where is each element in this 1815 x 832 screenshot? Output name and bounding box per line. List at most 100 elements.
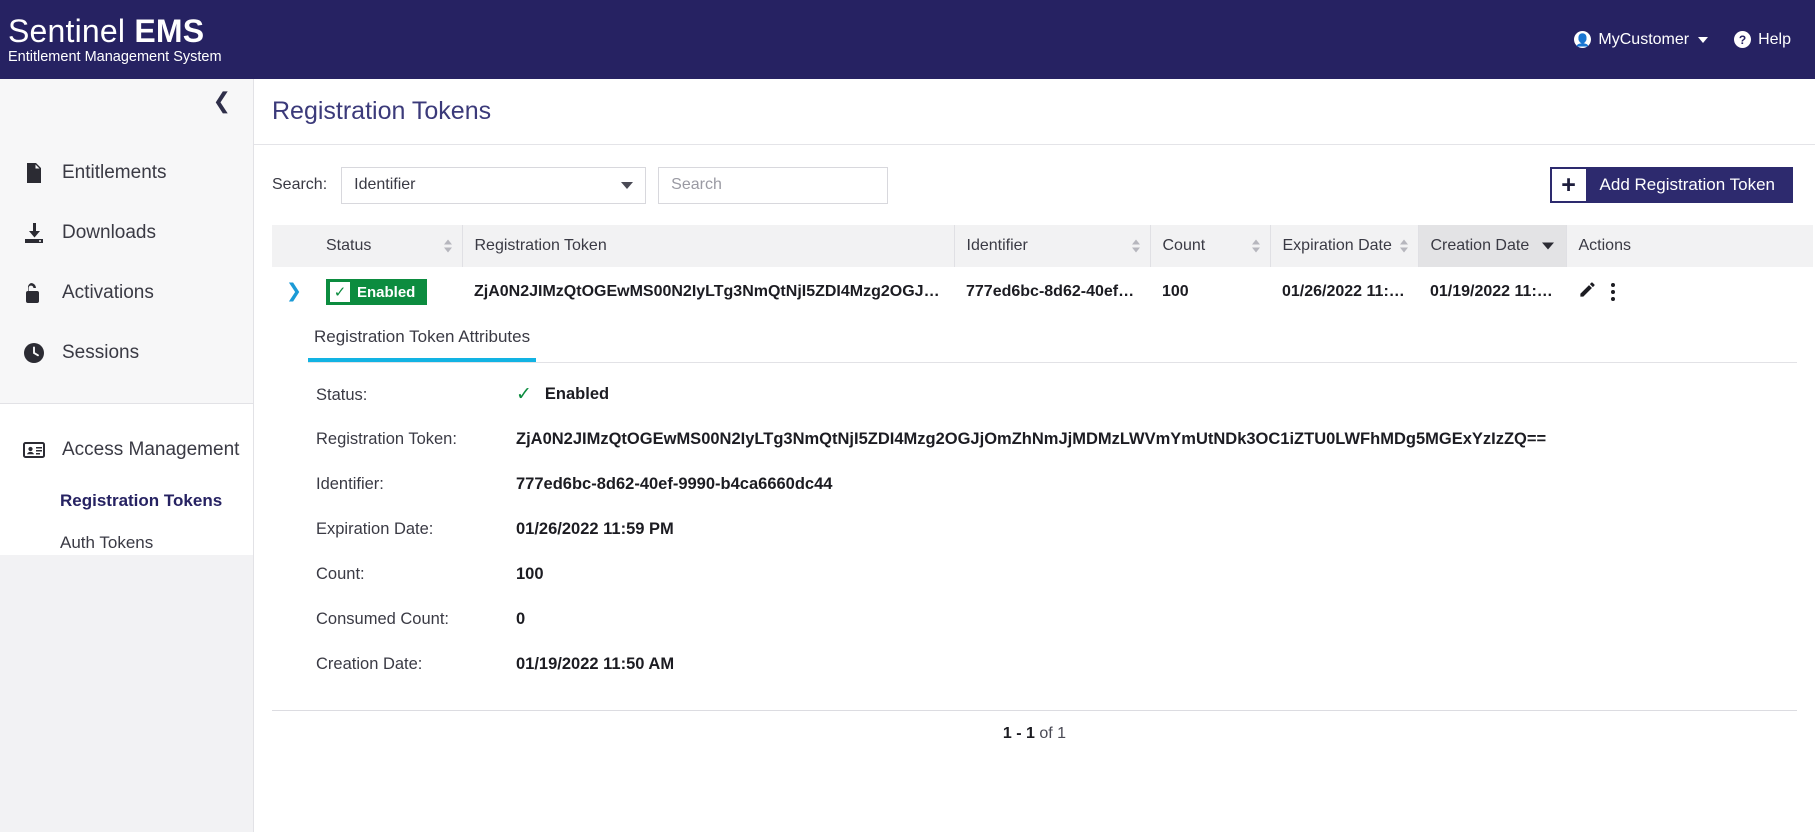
sidebar-item-activations[interactable]: Activations (0, 263, 253, 323)
user-menu-label: MyCustomer (1598, 30, 1690, 48)
column-header-identifier[interactable]: Identifier (954, 225, 1151, 267)
user-icon: 👤 (1574, 31, 1592, 48)
field-label: Registration Token: (316, 430, 457, 448)
check-icon: ✓ (516, 383, 532, 405)
pagination-total: 1 (1057, 724, 1067, 742)
top-header-bar: Sentinel EMS Entitlement Management Syst… (0, 0, 1815, 79)
field-count: Count: 100 (316, 565, 1797, 610)
field-value: ZjA0N2JIMzQtOGEwMS00N2IyLTg3NmQtNjI5ZDI4… (516, 430, 1547, 448)
registration-tokens-table: Status Registration Token Identifier Cou… (272, 225, 1813, 317)
search-field-selected-value: Identifier (354, 176, 416, 193)
sidebar-subitem-label: Auth Tokens (60, 533, 154, 552)
field-registration-token: Registration Token: ZjA0N2JIMzQtOGEwMS00… (316, 430, 1797, 475)
sort-descending-icon[interactable] (1541, 242, 1554, 250)
document-icon (22, 161, 46, 185)
column-header-expiration-date[interactable]: Expiration Date (1270, 225, 1419, 267)
pagination-range: 1 - 1 (1002, 724, 1035, 742)
row-actions (1578, 280, 1801, 304)
column-header-count[interactable]: Count (1150, 225, 1271, 267)
column-header-registration-token[interactable]: Registration Token (462, 225, 955, 267)
table-header: Status Registration Token Identifier Cou… (272, 225, 1813, 267)
pagination-footer: 1 - 1 of 1 (272, 710, 1797, 756)
check-icon: ✓ (330, 282, 350, 302)
field-value: 777ed6bc-8d62-40ef-9990-b4ca6660dc44 (516, 475, 833, 493)
detail-tabs: Registration Token Attributes (308, 317, 1797, 363)
page-title: Registration Tokens (272, 97, 492, 125)
plus-icon: + (1551, 169, 1586, 201)
status-badge-label: Enabled (357, 283, 416, 301)
sidebar-item-downloads[interactable]: Downloads (0, 203, 253, 263)
cell-expiration-date: 01/26/2022 11:5… (1282, 283, 1414, 300)
table-header-row: Status Registration Token Identifier Cou… (272, 225, 1813, 267)
sidebar-item-entitlements[interactable]: Entitlements (0, 143, 253, 203)
help-button[interactable]: ? Help (1734, 31, 1791, 49)
tab-registration-token-attributes[interactable]: Registration Token Attributes (308, 317, 537, 362)
detail-fields: Status: ✓ Enabled Registration Token: Zj… (272, 363, 1797, 700)
page-header: Registration Tokens (254, 79, 1815, 145)
field-label: Creation Date: (316, 655, 423, 673)
collapse-sidebar-icon[interactable]: ❮ (213, 91, 231, 113)
user-menu[interactable]: 👤 MyCustomer (1574, 30, 1709, 49)
column-header-actions: Actions (1566, 225, 1813, 267)
table-body: ❯ ✓ Enabled ZjA0N2JIMzQtOGEwMS00N2IyLTg3… (272, 267, 1813, 317)
column-label: Status (326, 237, 372, 254)
question-mark-icon: ? (1734, 31, 1752, 48)
brand-title-light: Sentinel (8, 12, 135, 49)
column-header-creation-date[interactable]: Creation Date (1418, 225, 1567, 267)
field-status: Status: ✓ Enabled (316, 385, 1797, 430)
column-label: Actions (1578, 237, 1631, 254)
column-header-status[interactable]: Status (314, 225, 463, 267)
sidebar-item-label: Entitlements (62, 162, 167, 183)
pagination-of: of (1034, 724, 1058, 742)
field-label: Count: (316, 565, 365, 583)
field-expiration-date: Expiration Date: 01/26/2022 11:59 PM (316, 520, 1797, 565)
field-value: 01/26/2022 11:59 PM (516, 520, 674, 538)
app-logo: Sentinel EMS Entitlement Management Syst… (0, 15, 222, 65)
sidebar-item-sessions[interactable]: Sessions (0, 323, 253, 383)
field-value: 01/19/2022 11:50 AM (516, 655, 675, 673)
header-actions: 👤 MyCustomer ? Help (1574, 31, 1815, 49)
download-icon (22, 221, 46, 245)
column-label: Registration Token (474, 237, 607, 254)
status-badge: ✓ Enabled (326, 279, 428, 305)
field-value: 0 (516, 610, 526, 628)
clock-icon (22, 341, 46, 365)
edit-icon[interactable] (1578, 280, 1597, 304)
brand-subtitle: Entitlement Management System (8, 48, 222, 65)
field-label: Status: (316, 386, 368, 404)
sidebar-item-registration-tokens[interactable]: Registration Tokens (0, 480, 253, 522)
brand-title-bold: EMS (134, 12, 205, 49)
chevron-down-icon[interactable]: ❯ (286, 280, 302, 302)
sort-icon[interactable] (443, 239, 452, 253)
row-expand-cell[interactable]: ❯ (272, 267, 314, 317)
more-actions-icon[interactable] (1611, 283, 1615, 301)
table-row[interactable]: ❯ ✓ Enabled ZjA0N2JIMzQtOGEwMS00N2IyLTg3… (272, 267, 1813, 317)
unlock-icon (22, 281, 46, 305)
sidebar-group-primary: Entitlements Downloads Activations Sessi… (0, 125, 253, 383)
search-label: Search: (272, 176, 328, 193)
search-input[interactable] (658, 166, 889, 204)
cell-creation-date: 01/19/2022 11:5… (1430, 283, 1562, 300)
expand-column-header (272, 225, 314, 267)
field-label: Consumed Count: (316, 610, 449, 628)
sidebar-group-access: Access Management Registration Tokens Au… (0, 403, 253, 579)
field-label: Identifier: (316, 475, 384, 493)
column-label: Identifier (966, 237, 1028, 254)
toolbar: Search: Identifier + Add Registration To… (254, 145, 1815, 225)
cell-identifier: 777ed6bc-8d62-40ef-99… (966, 283, 1150, 300)
sort-icon[interactable] (1399, 239, 1408, 253)
cell-status: ✓ Enabled (314, 267, 462, 317)
field-value-text: Enabled (544, 385, 610, 403)
sidebar-empty-area (0, 555, 253, 832)
field-identifier: Identifier: 777ed6bc-8d62-40ef-9990-b4ca… (316, 475, 1797, 520)
add-registration-token-button[interactable]: + Add Registration Token (1549, 167, 1793, 203)
sort-icon[interactable] (1251, 239, 1260, 253)
sidebar-item-access-management[interactable]: Access Management (0, 420, 253, 480)
search-field-select[interactable]: Identifier (341, 166, 647, 204)
id-card-icon (22, 438, 46, 462)
field-consumed-count: Consumed Count: 0 (316, 610, 1797, 655)
cell-count: 100 (1162, 283, 1189, 300)
sort-icon[interactable] (1131, 239, 1140, 253)
column-label: Count (1162, 237, 1206, 254)
column-label: Creation Date (1430, 237, 1530, 254)
